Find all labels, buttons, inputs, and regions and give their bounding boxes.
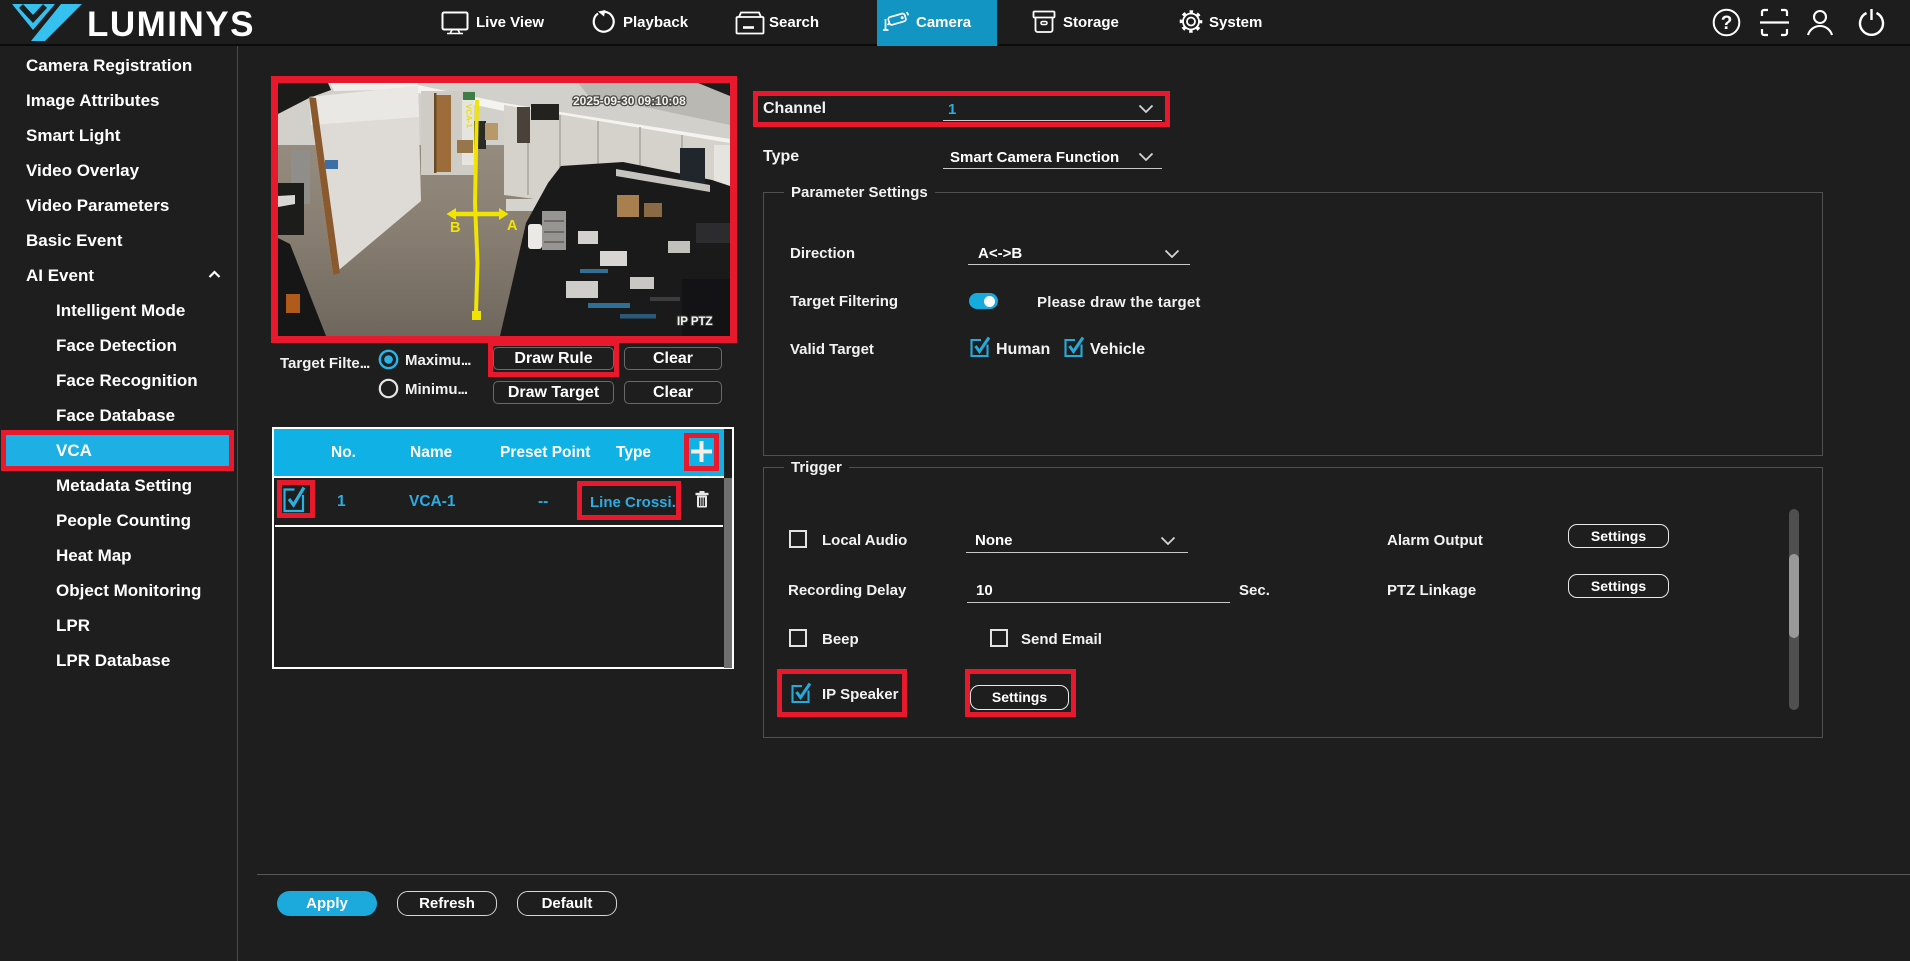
svg-text:VCA-1: VCA-1 (464, 104, 474, 129)
svg-text:?: ? (1721, 13, 1733, 34)
svg-text:2025-09-30 09:10:08: 2025-09-30 09:10:08 (573, 94, 686, 108)
svg-text:IP PTZ: IP PTZ (677, 316, 713, 328)
svg-text:A: A (507, 218, 518, 234)
svg-text:B: B (450, 220, 460, 236)
